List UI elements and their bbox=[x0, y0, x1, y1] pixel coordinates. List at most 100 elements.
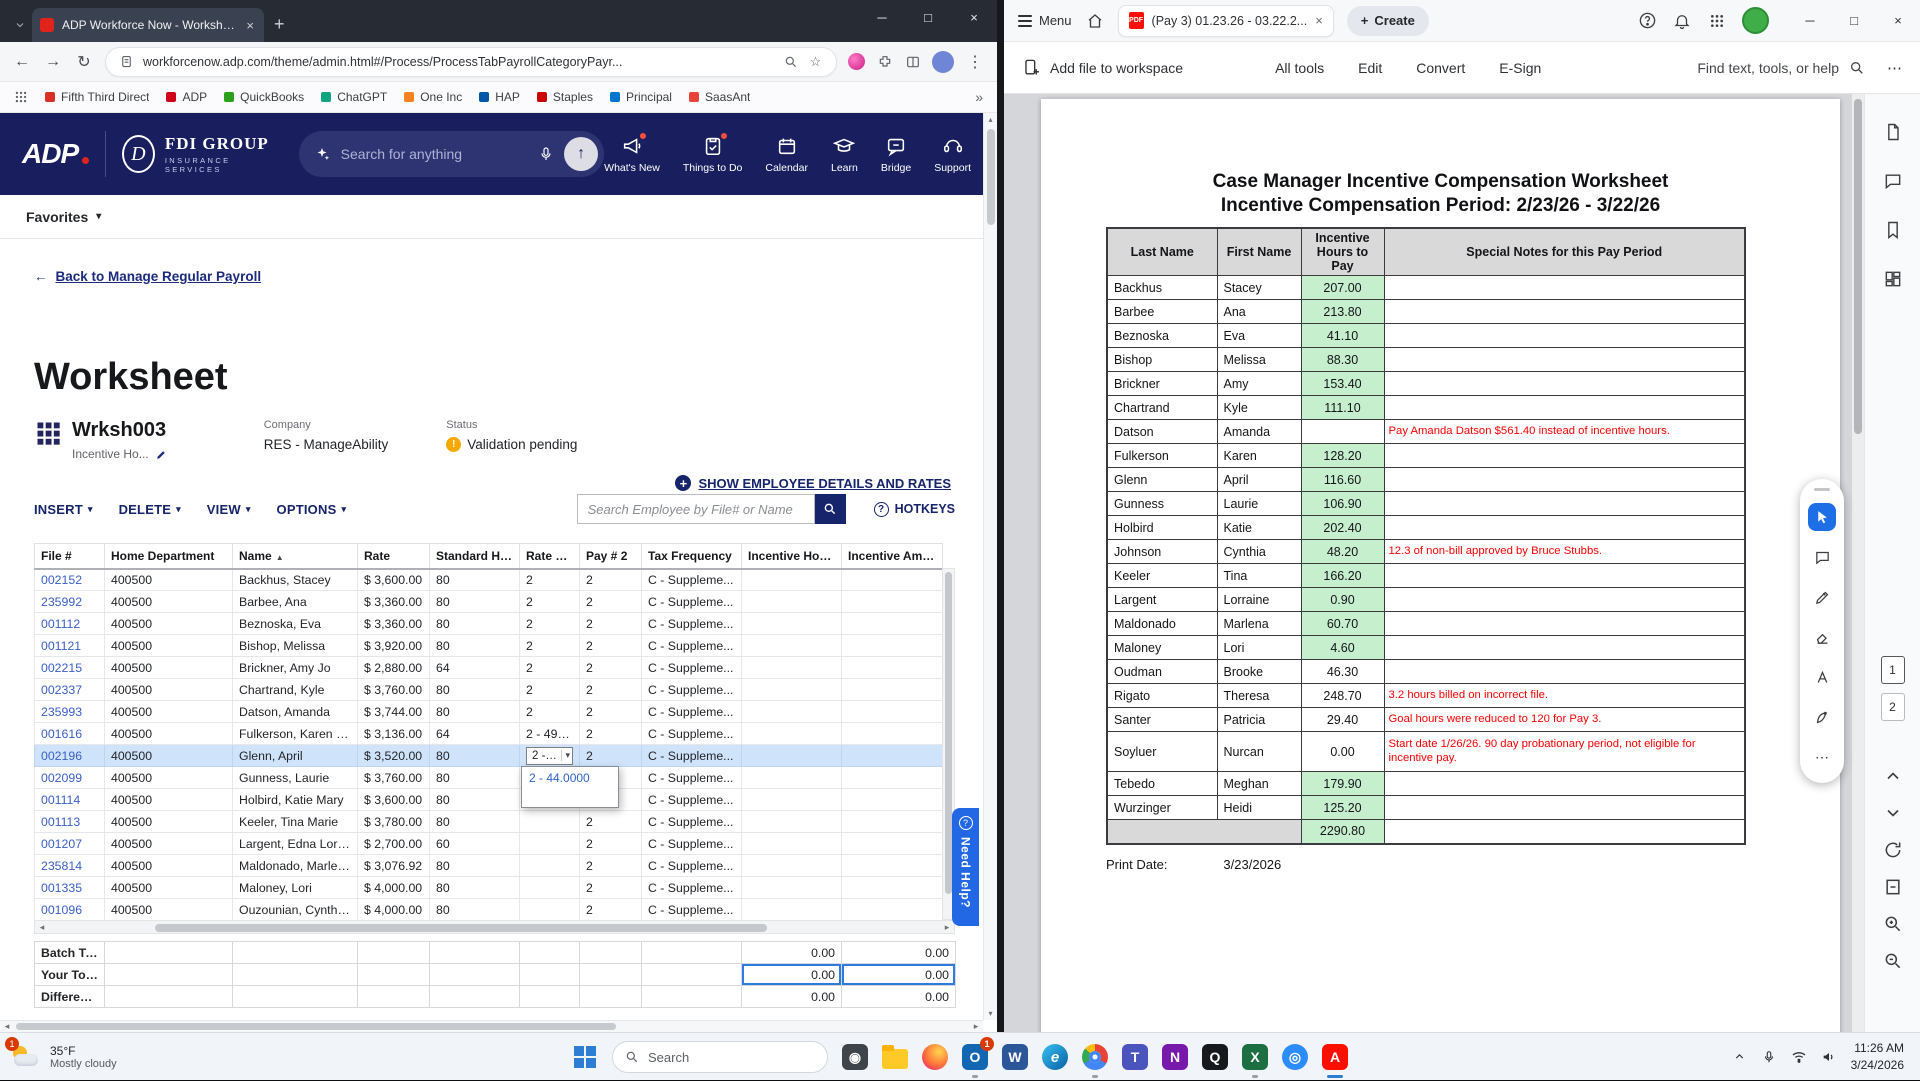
start-button[interactable] bbox=[565, 1035, 605, 1079]
cell-standard-hours[interactable]: 80 bbox=[429, 700, 520, 723]
scrollbar-thumb[interactable] bbox=[945, 572, 952, 894]
cell-standard-hours[interactable]: 64 bbox=[429, 656, 520, 679]
cell-home-department[interactable]: 400500 bbox=[104, 590, 233, 613]
adp-nav-calendar[interactable]: Calendar bbox=[765, 135, 808, 174]
browser-menu-kebab-icon[interactable]: ⋮ bbox=[965, 52, 985, 72]
cell-tax-frequency[interactable]: C - Suppleme... bbox=[641, 876, 742, 899]
cell-incentive-amount[interactable] bbox=[841, 876, 943, 899]
cell-standard-hours[interactable]: 80 bbox=[429, 568, 520, 591]
cell-file-number[interactable]: 001207 bbox=[34, 832, 105, 855]
extension-icon[interactable] bbox=[848, 53, 865, 70]
rate-code-dropdown[interactable]: 2 - 44.0000 bbox=[521, 766, 619, 808]
cell-name[interactable]: Gunness, Laurie bbox=[232, 766, 358, 789]
cell-incentive-hours[interactable] bbox=[741, 876, 842, 899]
cell-incentive-hours[interactable] bbox=[741, 678, 842, 701]
erase-tool[interactable] bbox=[1808, 623, 1836, 651]
acrobat-menu-button[interactable]: Menu bbox=[1018, 12, 1072, 30]
bookmark-hap[interactable]: HAP bbox=[479, 90, 520, 104]
menu-delete[interactable]: DELETE ▾ bbox=[119, 502, 181, 517]
cell-incentive-amount[interactable] bbox=[841, 634, 943, 657]
cell-rate-code[interactable]: 2 bbox=[519, 678, 580, 701]
find-box[interactable]: Find text, tools, or help ⋯ bbox=[1697, 59, 1902, 77]
cell-rate[interactable]: $ 2,700.00 bbox=[357, 832, 430, 855]
taskbar-search[interactable]: Search bbox=[612, 1041, 828, 1073]
address-bar[interactable]: workforcenow.adp.com/theme/admin.html#/P… bbox=[105, 46, 837, 77]
cell-pay-2[interactable]: 2 bbox=[579, 568, 642, 591]
cell-standard-hours[interactable]: 80 bbox=[429, 854, 520, 877]
adp-nav-what-s-new[interactable]: What's New bbox=[604, 131, 660, 174]
cell-rate-code[interactable] bbox=[519, 854, 580, 877]
bookmark-principal[interactable]: Principal bbox=[609, 90, 672, 104]
notifications-bell-icon[interactable] bbox=[1672, 11, 1692, 31]
cell-home-department[interactable]: 400500 bbox=[104, 722, 233, 745]
cell-incentive-amount[interactable] bbox=[841, 854, 943, 877]
page-thumbnails-icon[interactable] bbox=[1883, 269, 1903, 289]
fit-page-icon[interactable] bbox=[1883, 877, 1903, 897]
minimize-button[interactable]: ─ bbox=[1788, 0, 1832, 41]
cell-rate[interactable]: $ 3,744.00 bbox=[357, 700, 430, 723]
grid-row[interactable]: 001112 400500 Beznoska, Eva $ 3,360.00 80 2 2 C… bbox=[34, 612, 943, 635]
scrollbar-thumb[interactable] bbox=[155, 924, 767, 932]
cell-tax-frequency[interactable]: C - Suppleme... bbox=[641, 568, 742, 591]
cell-rate[interactable]: $ 3,600.00 bbox=[357, 568, 430, 591]
close-button[interactable]: × bbox=[951, 0, 997, 34]
cell-pay-2[interactable]: 2 bbox=[579, 634, 642, 657]
scrollbar-thumb[interactable] bbox=[987, 129, 995, 225]
cell-incentive-hours[interactable] bbox=[741, 722, 842, 745]
column-header-rate-co[interactable]: Rate Co... bbox=[519, 543, 580, 570]
search-submit-button[interactable]: ↑ bbox=[564, 137, 599, 171]
cell-tax-frequency[interactable]: C - Suppleme... bbox=[641, 810, 742, 833]
adp-search-bar[interactable]: Search for anything ↑ bbox=[298, 131, 605, 177]
bookmark-fifth-third-direct[interactable]: Fifth Third Direct bbox=[45, 90, 149, 104]
cell-rate-code[interactable] bbox=[519, 832, 580, 855]
cell-standard-hours[interactable]: 80 bbox=[429, 810, 520, 833]
minimize-button[interactable]: ─ bbox=[859, 0, 905, 34]
highlight-tool[interactable] bbox=[1808, 583, 1836, 611]
scrollbar-thumb[interactable] bbox=[1854, 99, 1862, 434]
cell-file-number[interactable]: 001616 bbox=[34, 722, 105, 745]
scrollbar-thumb[interactable] bbox=[16, 1023, 616, 1030]
bookmark-saasant[interactable]: SaasAnt bbox=[688, 90, 750, 104]
cell-incentive-hours[interactable] bbox=[741, 656, 842, 679]
cell-tax-frequency[interactable]: C - Suppleme... bbox=[641, 656, 742, 679]
cell-incentive-amount[interactable] bbox=[841, 700, 943, 723]
bookmark-adp[interactable]: ADP bbox=[166, 90, 207, 104]
page-horizontal-scrollbar[interactable]: ◂ ▸ bbox=[0, 1020, 983, 1032]
adp-nav-bridge[interactable]: Bridge bbox=[881, 135, 911, 174]
grid-row[interactable]: 001207 400500 Largent, Edna Lorraine $ 2,70… bbox=[34, 832, 943, 855]
grid-row[interactable]: 002152 400500 Backhus, Stacey $ 3,600.00 80 2… bbox=[34, 568, 943, 591]
column-header-incentive-amount[interactable]: Incentive Amount bbox=[841, 543, 943, 570]
create-button[interactable]: + Create bbox=[1346, 5, 1429, 36]
cell-tax-frequency[interactable]: C - Suppleme... bbox=[641, 766, 742, 789]
taskbar-app-edge[interactable]: e bbox=[1035, 1035, 1075, 1079]
column-header-rate[interactable]: Rate bbox=[357, 543, 430, 570]
cell-incentive-amount[interactable] bbox=[841, 612, 943, 635]
cell-file-number[interactable]: 002215 bbox=[34, 656, 105, 679]
dropdown-option[interactable]: 2 - 44.0000 bbox=[522, 767, 618, 789]
cell-tax-frequency[interactable]: C - Suppleme... bbox=[641, 854, 742, 877]
cell-rate[interactable]: $ 3,760.00 bbox=[357, 766, 430, 789]
scroll-down-icon[interactable]: ▾ bbox=[984, 1009, 997, 1018]
document-scrollbar[interactable] bbox=[1852, 94, 1864, 1032]
cell-rate[interactable]: $ 3,780.00 bbox=[357, 810, 430, 833]
cell-file-number[interactable]: 001335 bbox=[34, 876, 105, 899]
bookmark-quickbooks[interactable]: QuickBooks bbox=[224, 90, 304, 104]
taskbar-app-outlook[interactable]: O1 bbox=[955, 1035, 995, 1079]
bookmark-star-icon[interactable]: ☆ bbox=[807, 53, 824, 70]
more-options-icon[interactable]: ⋯ bbox=[1887, 59, 1902, 77]
zoom-in-icon[interactable] bbox=[1883, 914, 1903, 934]
cell-rate-code[interactable]: 2 - 44.▾ bbox=[519, 744, 580, 767]
cell-tax-frequency[interactable]: C - Suppleme... bbox=[641, 744, 742, 767]
tab-search-icon[interactable] bbox=[8, 8, 32, 42]
cell-name[interactable]: Datson, Amanda bbox=[232, 700, 358, 723]
cell-incentive-hours[interactable] bbox=[741, 634, 842, 657]
back-icon[interactable]: ← bbox=[12, 53, 32, 71]
extensions-puzzle-icon[interactable] bbox=[876, 53, 893, 70]
reload-icon[interactable]: ↻ bbox=[74, 52, 94, 72]
column-header-tax-frequency[interactable]: Tax Frequency bbox=[641, 543, 742, 570]
cell-name[interactable]: Keeler, Tina Marie bbox=[232, 810, 358, 833]
employee-search-input[interactable] bbox=[576, 494, 815, 524]
cell-tax-frequency[interactable]: C - Suppleme... bbox=[641, 612, 742, 635]
page-thumbnail-2[interactable]: 2 bbox=[1880, 693, 1905, 721]
cell-file-number[interactable]: 002099 bbox=[34, 766, 105, 789]
